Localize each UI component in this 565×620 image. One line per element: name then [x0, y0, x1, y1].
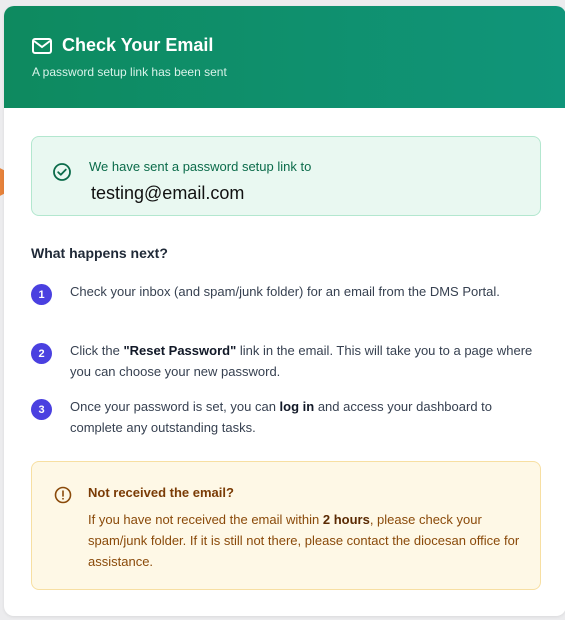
success-alert: We have sent a password setup link to te… [31, 136, 541, 216]
reset-password-emphasis: "Reset Password" [123, 343, 237, 358]
time-emphasis: 2 hours [322, 512, 370, 527]
section-heading: What happens next? [31, 245, 168, 261]
step-number-badge: 3 [31, 399, 52, 420]
check-email-card: Check Your Email A password setup link h… [4, 6, 565, 616]
header-title-row: Check Your Email [32, 35, 565, 56]
step-text: Check your inbox (and spam/junk folder) … [70, 284, 500, 299]
warning-title: Not received the email? [88, 485, 234, 500]
log-in-emphasis: log in [279, 399, 315, 414]
step-text: Click the "Reset Password" link in the e… [70, 343, 533, 379]
step-number-badge: 2 [31, 343, 52, 364]
card-header: Check Your Email A password setup link h… [4, 6, 565, 108]
recipient-email: testing@email.com [91, 183, 245, 203]
warning-text: If you have not received the email withi… [88, 512, 520, 569]
success-message: We have sent a password setup link to [89, 159, 312, 174]
warning-alert: Not received the email? If you have not … [31, 461, 541, 590]
alert-circle-icon [54, 486, 72, 504]
mail-icon [32, 37, 52, 54]
page-title: Check Your Email [62, 35, 214, 55]
step-number-badge: 1 [31, 284, 52, 305]
step-text: Once your password is set, you can log i… [70, 399, 492, 435]
page-subtitle: A password setup link has been sent [32, 65, 227, 79]
check-circle-icon [53, 163, 71, 181]
